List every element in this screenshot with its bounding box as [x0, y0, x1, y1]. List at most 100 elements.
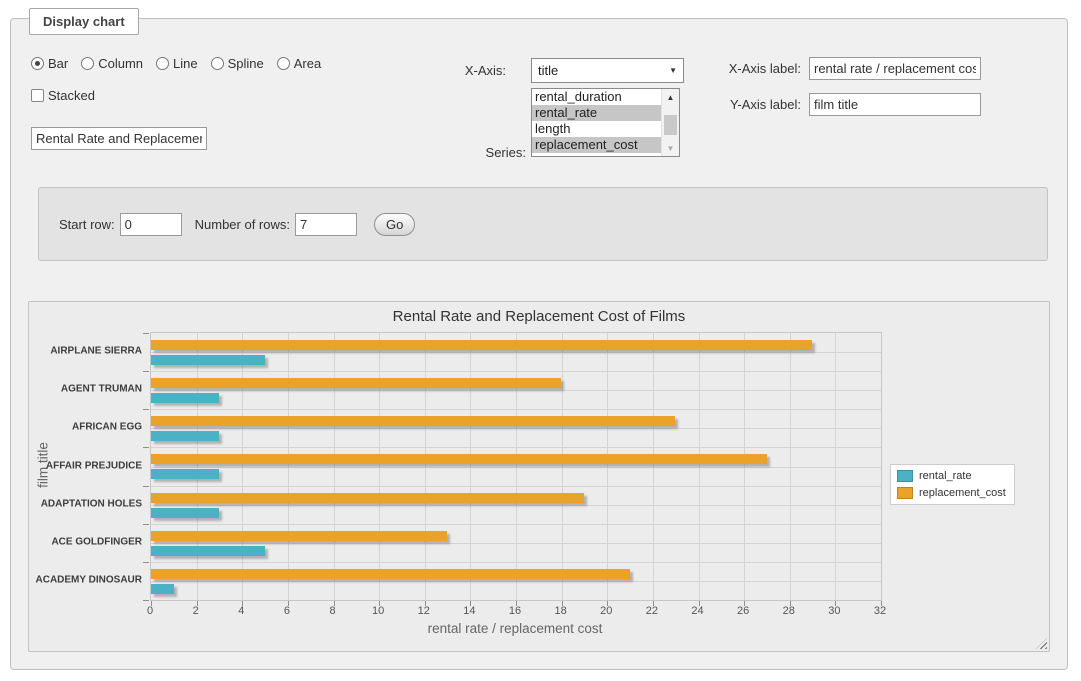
scrollbar-thumb[interactable] — [664, 115, 677, 135]
x-tick-label: 2 — [193, 605, 199, 617]
bar-rental_rate — [151, 584, 174, 594]
gridline-horizontal — [151, 486, 881, 487]
chart-title-input[interactable] — [31, 127, 207, 150]
radio-area-label: Area — [294, 56, 321, 71]
legend-entry-replacement-cost: replacement_cost — [897, 487, 1006, 499]
y-axis-tick-mark — [143, 486, 149, 487]
chart-title: Rental Rate and Replacement Cost of Film… — [29, 308, 1049, 325]
bar-replacement_cost — [151, 454, 767, 464]
x-axis-select[interactable]: title ▼ — [531, 58, 684, 83]
y-axis-label-input[interactable] — [809, 93, 981, 116]
x-tick-label: 18 — [555, 605, 567, 617]
y-category-label: AIRPLANE SIERRA — [50, 346, 142, 357]
bar-replacement_cost — [151, 493, 584, 503]
series-option-replacement-cost[interactable]: replacement_cost — [532, 137, 665, 153]
gridline-horizontal — [151, 447, 881, 448]
y-axis-categories: AIRPLANE SIERRA AGENT TRUMAN AFRICAN EGG AF… — [29, 302, 142, 651]
radio-line[interactable]: Line — [156, 56, 198, 71]
fieldset-legend: Display chart — [29, 8, 139, 35]
bar-rental_rate — [151, 469, 219, 479]
series-option-rental-rate[interactable]: rental_rate — [532, 105, 665, 121]
gridline-horizontal — [151, 581, 881, 582]
y-axis-label-label: Y-Axis label: — [701, 97, 801, 112]
bar-rental_rate — [151, 393, 219, 403]
legend-swatch-replacement-cost-icon — [897, 487, 913, 499]
series-option-rental-duration[interactable]: rental_duration — [532, 89, 665, 105]
radio-column-label: Column — [98, 56, 143, 71]
legend-swatch-rental-rate-icon — [897, 470, 913, 482]
gridline-horizontal — [151, 428, 881, 429]
x-axis-select-value: title — [538, 63, 558, 78]
chart-container: Rental Rate and Replacement Cost of Film… — [28, 301, 1050, 652]
series-list-label: Series: — [441, 145, 526, 160]
x-axis-select-label: X-Axis: — [411, 63, 506, 78]
series-option-length[interactable]: length — [532, 121, 665, 137]
bar-replacement_cost — [151, 569, 630, 579]
stacked-checkbox[interactable]: Stacked — [31, 88, 95, 103]
bar-rental_rate — [151, 508, 219, 518]
y-category-label: AGENT TRUMAN — [61, 384, 142, 395]
bar-replacement_cost — [151, 531, 447, 541]
stacked-label: Stacked — [48, 88, 95, 103]
x-tick-label: 32 — [874, 605, 886, 617]
series-list-scrollbar[interactable]: ▲ ▼ — [661, 89, 679, 156]
go-button[interactable]: Go — [374, 213, 415, 236]
bar-rental_rate — [151, 355, 265, 365]
x-tick-label: 0 — [147, 605, 153, 617]
series-list: rental_duration rental_rate length repla… — [531, 88, 680, 157]
page: Display chart Bar Column Line Spline Are… — [0, 0, 1081, 681]
row-range-panel: Start row: Number of rows: Go — [38, 187, 1048, 261]
checkbox-icon — [31, 89, 44, 102]
radio-area[interactable]: Area — [277, 56, 321, 71]
number-of-rows-input[interactable] — [295, 213, 357, 236]
x-tick-label: 20 — [600, 605, 612, 617]
bar-replacement_cost — [151, 416, 675, 426]
y-category-label: ACE GOLDFINGER — [51, 536, 142, 547]
scroll-down-icon[interactable]: ▼ — [662, 141, 679, 155]
gridline-horizontal — [151, 390, 881, 391]
plot-area — [150, 332, 882, 601]
legend-entry-rental-rate: rental_rate — [897, 470, 1006, 482]
gridline-horizontal — [151, 467, 881, 468]
radio-column[interactable]: Column — [81, 56, 143, 71]
x-tick-label: 10 — [372, 605, 384, 617]
x-tick-label: 30 — [828, 605, 840, 617]
gridline-horizontal — [151, 524, 881, 525]
bar-replacement_cost — [151, 340, 812, 350]
y-category-label: ACADEMY DINOSAUR — [36, 574, 143, 585]
radio-bar-label: Bar — [48, 56, 68, 71]
resize-handle-icon[interactable] — [1036, 638, 1047, 649]
x-tick-label: 12 — [418, 605, 430, 617]
x-axis-ticks: 02468101214161820222426283032 — [150, 605, 880, 618]
x-axis-title: rental rate / replacement cost — [150, 621, 880, 636]
x-tick-label: 4 — [238, 605, 244, 617]
radio-line-icon — [156, 57, 169, 70]
chart-type-radio-group: Bar Column Line Spline Area — [31, 56, 321, 71]
number-of-rows-label: Number of rows: — [195, 217, 290, 232]
scroll-up-icon[interactable]: ▲ — [662, 90, 679, 104]
start-row-input[interactable] — [120, 213, 182, 236]
gridline-horizontal — [151, 371, 881, 372]
x-axis-label-input[interactable] — [809, 57, 981, 80]
legend-label-replacement-cost: replacement_cost — [919, 487, 1006, 499]
y-axis-tick-mark — [143, 333, 149, 334]
radio-bar[interactable]: Bar — [31, 56, 68, 71]
x-tick-label: 26 — [737, 605, 749, 617]
y-axis-tick-mark — [143, 447, 149, 448]
legend-label-rental-rate: rental_rate — [919, 470, 972, 482]
y-category-label: AFFAIR PREJUDICE — [46, 460, 142, 471]
bar-replacement_cost — [151, 378, 561, 388]
bar-rental_rate — [151, 431, 219, 441]
radio-line-label: Line — [173, 56, 198, 71]
gridline-horizontal — [151, 352, 881, 353]
radio-spline[interactable]: Spline — [211, 56, 264, 71]
y-axis-tick-mark — [143, 600, 149, 601]
y-axis-tick-mark — [143, 371, 149, 372]
radio-spline-icon — [211, 57, 224, 70]
gridline-horizontal — [151, 409, 881, 410]
y-axis-tick-mark — [143, 524, 149, 525]
x-tick-label: 16 — [509, 605, 521, 617]
y-axis-tick-mark — [143, 562, 149, 563]
radio-column-icon — [81, 57, 94, 70]
y-category-label: AFRICAN EGG — [72, 422, 142, 433]
